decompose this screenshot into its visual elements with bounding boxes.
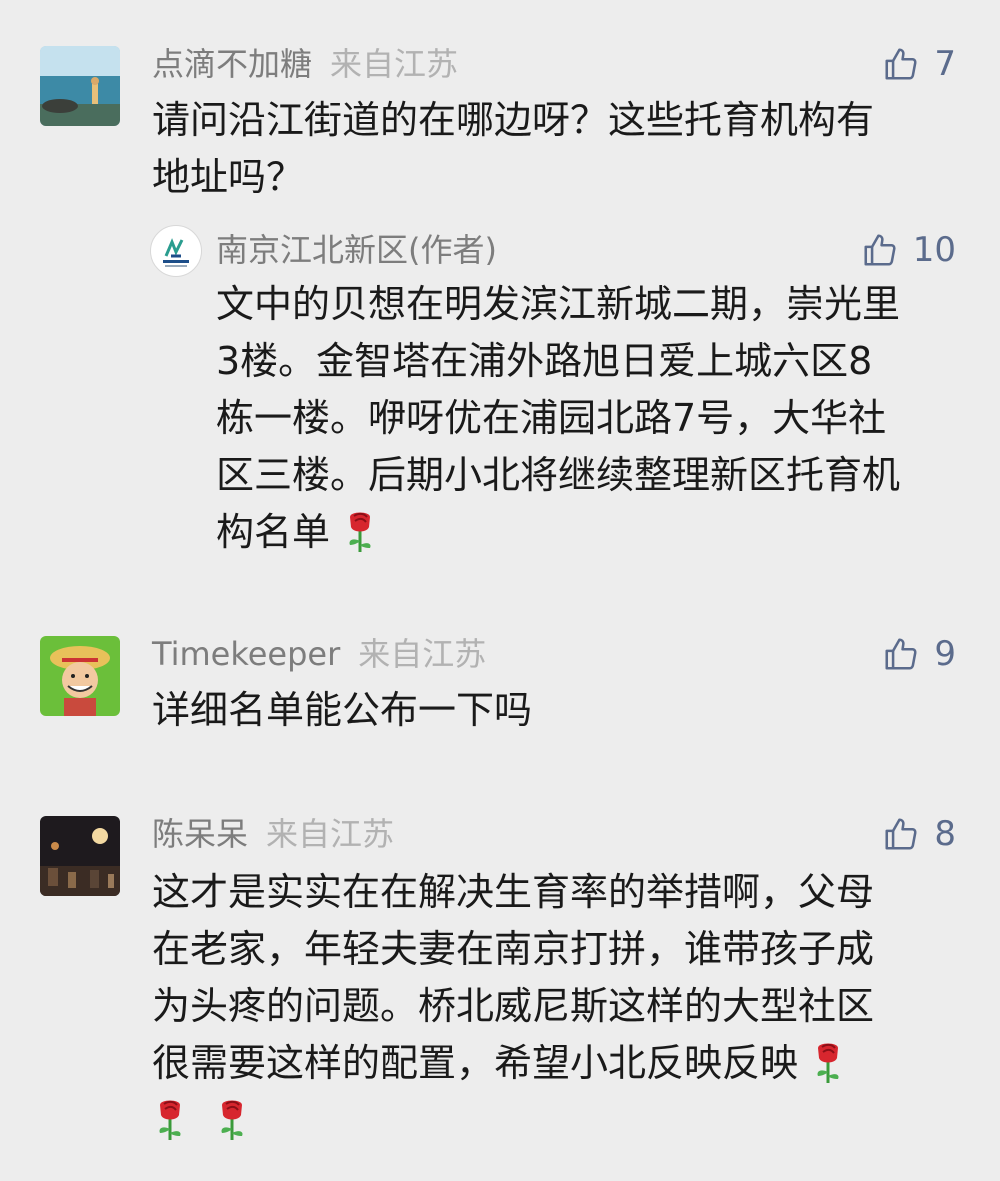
- like-count: 8: [934, 814, 956, 854]
- reply-meta: 南京江北新区(作者): [216, 230, 497, 270]
- author-nickname[interactable]: 南京江北新区(作者): [216, 231, 497, 269]
- reply-like-button[interactable]: 10: [861, 230, 956, 270]
- comment-item: Timekeeper 来自江苏 9 详细名单能公布一下吗: [0, 600, 1000, 780]
- location-label: 来自江苏: [330, 45, 459, 83]
- nickname[interactable]: 点滴不加糖: [152, 45, 312, 83]
- rose-emoji-icon: [817, 1043, 839, 1083]
- reply-text: 文中的贝想在明发滨江新城二期，崇光里 3楼。金智塔在浦外路旭日爱上城六区8 栋一…: [216, 282, 901, 554]
- comment-meta: Timekeeper 来自江苏: [152, 634, 486, 674]
- rose-emoji-icon: [221, 1100, 243, 1140]
- author-avatar[interactable]: [150, 225, 202, 277]
- comment-meta: 点滴不加糖 来自江苏: [152, 44, 458, 84]
- thumbs-up-icon: [864, 234, 896, 266]
- location-label: 来自江苏: [358, 635, 487, 673]
- comment-text: 这才是实实在在解决生育率的举措啊，父母 在老家，年轻夫妻在南京打拼，谁带孩子成 …: [152, 864, 874, 1149]
- comment-meta: 陈呆呆 来自江苏: [152, 814, 394, 854]
- rose-emoji-icon: [159, 1100, 181, 1140]
- comment-text: 详细名单能公布一下吗: [152, 688, 533, 732]
- like-count: 10: [912, 230, 956, 270]
- thumbs-up-icon: [885, 638, 917, 670]
- nickname[interactable]: Timekeeper: [152, 635, 340, 673]
- like-count: 9: [934, 634, 956, 674]
- avatar[interactable]: [40, 816, 120, 896]
- like-button[interactable]: 7: [882, 44, 956, 84]
- nickname[interactable]: 陈呆呆: [152, 815, 248, 853]
- comment-item: 陈呆呆 来自江苏 8 这才是实实在在解决生育率的举措啊，父母 在老家，年轻夫妻在南…: [0, 780, 1000, 1181]
- location-label: 来自江苏: [266, 815, 395, 853]
- like-count: 7: [934, 44, 956, 84]
- like-button[interactable]: 8: [882, 814, 956, 854]
- avatar[interactable]: [40, 46, 120, 126]
- thumbs-up-icon: [885, 48, 917, 80]
- like-button[interactable]: 9: [882, 634, 956, 674]
- avatar[interactable]: [40, 636, 120, 716]
- comment-text: 请问沿江街道的在哪边呀？这些托育机构有 地址吗？: [152, 98, 875, 199]
- thumbs-up-icon: [885, 818, 917, 850]
- comment-item: 点滴不加糖 来自江苏 7 请问沿江街道的在哪边呀？这些托育机构有 地址吗？ 南京江…: [0, 0, 1000, 600]
- rose-emoji-icon: [349, 512, 371, 552]
